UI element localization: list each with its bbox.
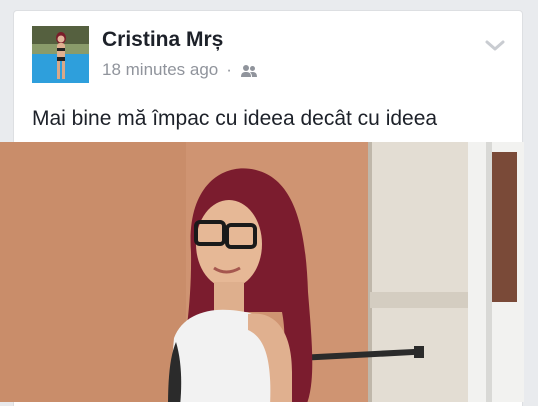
post-photo[interactable] (0, 142, 524, 402)
author-name[interactable]: Cristina Mrș (102, 28, 223, 52)
meta-separator: · (226, 60, 232, 79)
author-avatar[interactable] (32, 26, 89, 83)
post-meta: 18 minutes ago · (102, 60, 258, 80)
chevron-down-icon[interactable] (484, 39, 506, 53)
post-timestamp[interactable]: 18 minutes ago (102, 60, 218, 80)
friends-icon[interactable] (240, 63, 258, 77)
post-status-text: Mai bine mă împac cu ideea decât cu idee… (32, 107, 438, 130)
